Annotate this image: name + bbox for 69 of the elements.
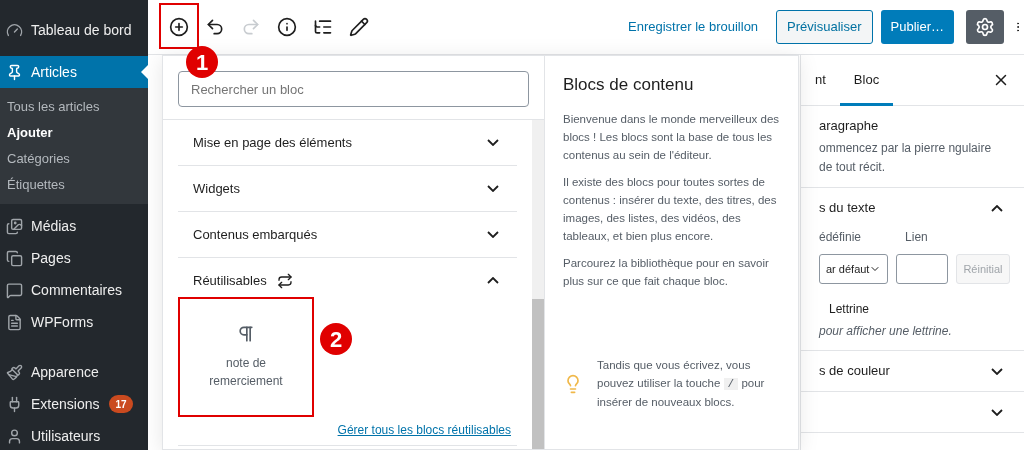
help-paragraph: Parcourez la bibliothèque pour en savoir plus sur ce que fait chaque bloc. — [563, 256, 770, 289]
sidebar-item[interactable]: Articles — [0, 56, 148, 88]
list-icon — [313, 17, 333, 37]
search-field[interactable]: Rechercher un bloc — [178, 71, 529, 107]
chevron-down-icon — [487, 139, 499, 146]
block-title: aragraphe — [819, 117, 880, 135]
sidebar-item[interactable]: Commentaires — [0, 274, 148, 306]
dropcap-help: pour afficher une lettrine. — [819, 323, 953, 340]
pilcrow-icon — [236, 324, 256, 344]
submenu-item[interactable]: Tous les articles — [0, 94, 148, 120]
publish-button[interactable]: Publier… — [880, 10, 954, 44]
chevron-down-icon — [487, 231, 499, 238]
undo-icon — [205, 17, 225, 37]
count-badge: 17 — [109, 395, 133, 413]
pages-icon — [6, 249, 23, 267]
images-icon — [6, 217, 23, 235]
info-icon — [277, 17, 297, 37]
chevron-up-icon — [487, 277, 499, 284]
help-title: Blocs de contenu — [563, 76, 695, 94]
preview-button[interactable]: Prévisualiser — [776, 10, 873, 44]
annotation-number: 1 — [186, 46, 218, 78]
category-toggle[interactable]: Contenus embarqués — [178, 212, 517, 257]
size-select[interactable]: ar défaut — [819, 254, 889, 284]
panel-section-toggle[interactable]: s du texte — [801, 188, 1024, 228]
panel-section-toggle[interactable]: s de couleur — [801, 351, 1024, 391]
submenu-item[interactable]: Étiquettes — [0, 172, 148, 198]
pencil-icon — [349, 17, 369, 37]
category-toggle[interactable]: Mise en page des éléments — [178, 120, 517, 165]
preset-label: édéfinie — [819, 229, 862, 246]
chevron-down-icon — [487, 185, 499, 192]
tip-text: Tandis que vous écrivez, vous pouvez utiliser la touche / pour insérer de nouveaux blocs. — [597, 358, 766, 410]
sidebar-item[interactable]: WPForms — [0, 306, 148, 338]
manage-blocks-link[interactable]: Gérer tous les blocs réutilisables — [337, 421, 511, 439]
sidebar-tab[interactable]: Bloc — [839, 54, 894, 106]
redo-icon — [241, 17, 261, 37]
settings-button[interactable] — [966, 10, 1004, 44]
pin-icon — [6, 63, 23, 81]
slash-key: / — [723, 378, 739, 390]
dropcap-toggle[interactable]: Lettrine — [819, 300, 1006, 318]
sidebar-item[interactable]: Apparence — [0, 356, 148, 388]
form-icon — [6, 313, 23, 331]
sidebar-tab[interactable]: nt — [801, 54, 840, 106]
settings-icon — [975, 17, 995, 37]
chevron-up-icon — [991, 204, 1003, 212]
scrollbar[interactable] — [532, 120, 544, 449]
gauge-icon — [6, 21, 23, 39]
category-toggle[interactable]: Widgets — [178, 166, 517, 211]
person-icon — [6, 427, 23, 445]
sidebar-item[interactable]: Pages — [0, 242, 148, 274]
submenu-item[interactable]: Ajouter — [0, 120, 148, 146]
submenu-item[interactable]: Catégories — [0, 146, 148, 172]
save-draft-link[interactable]: Enregistrer le brouillon — [618, 17, 769, 37]
block-description: ommencez par la pierre ngulaire de tout récit. — [819, 140, 993, 176]
sidebar-item[interactable]: Utilisateurs — [0, 420, 148, 450]
annotation-number: 2 — [320, 323, 352, 355]
annotation-frame — [159, 3, 199, 49]
add-block-icon — [169, 17, 189, 37]
speech-bubble-icon — [6, 281, 23, 299]
size-input[interactable] — [896, 254, 949, 284]
help-paragraph: Bienvenue dans le monde merveilleux des blocs ! Les blocs sont la base de tous les contenus au sein de l'éditeur. — [563, 112, 780, 163]
reusable-block[interactable]: note de remerciement — [178, 297, 314, 417]
chevron-down-icon — [991, 367, 1003, 375]
chevron-down-icon — [991, 408, 1003, 416]
brush-icon — [6, 363, 23, 381]
sidebar-item[interactable]: Tableau de bord — [0, 14, 148, 46]
link-label: Lien — [905, 229, 928, 246]
sidebar-item[interactable]: Extensions 17 — [0, 388, 148, 420]
help-paragraph: Il existe des blocs pour toutes sortes de contenus : insérer du texte, des titres, des images, des listes, des vidéos, des tableaux, et bien plus encore. — [563, 175, 778, 244]
sidebar-item[interactable]: Médias — [0, 210, 148, 242]
